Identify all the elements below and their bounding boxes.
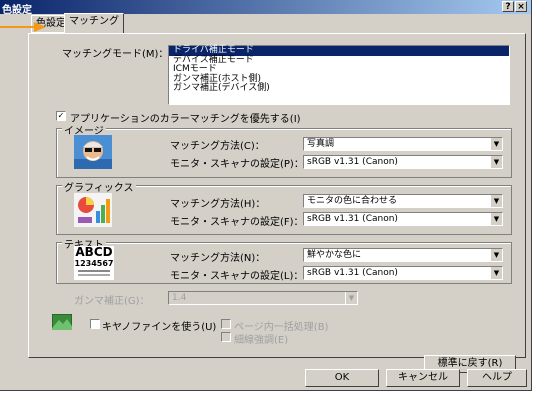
photo-thumbnail-icon <box>74 135 112 169</box>
image-monitor-value: sRGB v1.31 (Canon) <box>307 157 398 167</box>
pointer-arrow-icon <box>0 22 46 32</box>
text-monitor-value: sRGB v1.31 (Canon) <box>307 268 398 278</box>
color-settings-dialog: 色設定 ? × 色設定 マッチング マッチングモード(M)： ドライバ補正モード… <box>0 0 532 391</box>
ok-button[interactable]: OK <box>305 369 379 387</box>
chevron-down-icon[interactable]: ▼ <box>490 213 502 225</box>
chevron-down-icon[interactable]: ▼ <box>490 195 502 207</box>
graphics-method-value: モニタの色に合わせる <box>307 196 398 206</box>
graphics-monitor-select[interactable]: sRGB v1.31 (Canon) ▼ <box>303 212 503 226</box>
chevron-down-icon[interactable]: ▼ <box>490 138 502 150</box>
image-method-select[interactable]: 写真調 ▼ <box>303 137 503 151</box>
graphics-method-select[interactable]: モニタの色に合わせる ▼ <box>303 194 503 208</box>
list-item[interactable]: ガンマ補正(デバイス側) <box>169 83 509 94</box>
tab-matching[interactable]: マッチング <box>64 13 124 34</box>
image-group <box>56 128 512 178</box>
matching-mode-label: マッチングモード(M)： <box>62 49 169 60</box>
title-bar[interactable]: 色設定 ? × <box>0 0 531 16</box>
matching-mode-list[interactable]: ドライバ補正モード デバイス補正モード ICMモード ガンマ補正(ホスト側) ガ… <box>168 45 510 105</box>
fine-line-label: 細線強調(E) <box>234 335 289 346</box>
image-monitor-select[interactable]: sRGB v1.31 (Canon) ▼ <box>303 155 503 169</box>
graphics-monitor-label: モニタ・スキャナの設定(F)： <box>170 217 304 228</box>
text-monitor-label: モニタ・スキャナの設定(L)： <box>170 271 304 282</box>
window-title: 色設定 <box>2 5 32 16</box>
help-title-button[interactable]: ? <box>502 1 514 12</box>
canon-fine-checkbox[interactable] <box>90 319 100 329</box>
chevron-down-icon[interactable]: ▼ <box>490 156 502 168</box>
graphics-method-label: マッチング方法(H)： <box>170 199 266 210</box>
image-method-value: 写真調 <box>307 139 335 149</box>
gamma-select[interactable]: 1.4 ▼ <box>168 291 358 305</box>
landscape-icon <box>52 314 72 330</box>
tab-matching-label: マッチング <box>69 16 119 27</box>
fine-line-checkbox[interactable] <box>221 332 231 342</box>
canon-fine-label: キヤノファインを使う(U) <box>102 322 217 333</box>
image-monitor-label: モニタ・スキャナの設定(P)： <box>170 159 304 170</box>
list-item[interactable]: デバイス補正モード <box>169 55 509 66</box>
cancel-button[interactable]: キャンセル <box>386 369 460 387</box>
close-button[interactable]: × <box>515 1 527 12</box>
image-method-label: マッチング方法(C)： <box>170 141 265 152</box>
graphics-group-title: グラフィックス <box>62 179 136 194</box>
text-sample-icon: ABCD 1234567 <box>74 246 114 280</box>
text-method-label: マッチング方法(N)： <box>170 253 266 264</box>
text-sample-big: ABCD <box>75 245 113 259</box>
text-monitor-select[interactable]: sRGB v1.31 (Canon) ▼ <box>303 266 503 280</box>
chevron-down-icon[interactable]: ▼ <box>490 267 502 279</box>
text-sample-small: 1234567 <box>74 259 114 268</box>
app-priority-checkbox[interactable]: ✓ <box>56 111 66 121</box>
graphics-monitor-value: sRGB v1.31 (Canon) <box>307 214 398 224</box>
chevron-down-icon[interactable]: ▼ <box>490 249 502 261</box>
gamma-value: 1.4 <box>172 293 187 303</box>
page-batch-checkbox[interactable] <box>221 319 231 329</box>
text-method-value: 鮮やかな色に <box>307 250 362 260</box>
text-method-select[interactable]: 鮮やかな色に ▼ <box>303 248 503 262</box>
graphics-thumbnail-icon <box>74 193 112 227</box>
chevron-down-icon[interactable]: ▼ <box>345 292 357 304</box>
help-button[interactable]: ヘルプ <box>467 369 527 387</box>
gamma-label: ガンマ補正(G)： <box>74 296 150 307</box>
